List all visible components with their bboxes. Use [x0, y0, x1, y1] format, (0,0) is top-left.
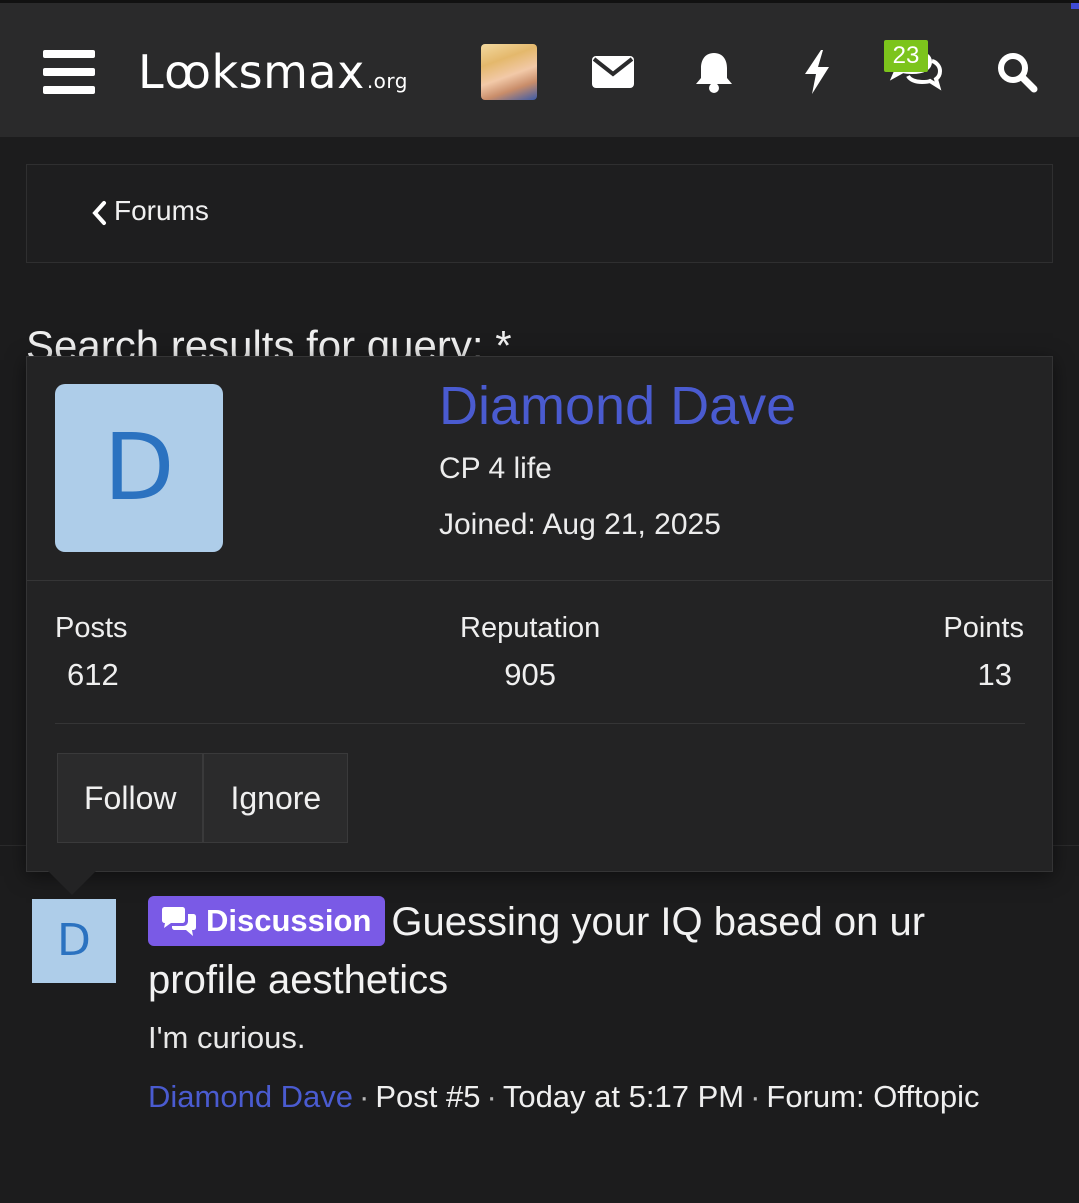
site-logo[interactable]: Lꝏksmax .org [138, 45, 408, 99]
lightning-icon[interactable] [787, 43, 847, 101]
ignore-button[interactable]: Ignore [203, 753, 349, 843]
stat-posts-value: 612 [67, 657, 119, 692]
result-snippet: I'm curious. [148, 1020, 306, 1055]
conversations-badge: 23 [884, 40, 928, 72]
account-avatar[interactable] [481, 44, 537, 100]
meta-separator: · [359, 1079, 370, 1114]
stat-points[interactable]: Points 13 [943, 612, 1024, 693]
member-name[interactable]: Diamond Dave [439, 375, 796, 437]
logo-text: Lꝏksmax [138, 45, 365, 99]
stat-posts[interactable]: Posts 612 [55, 612, 128, 693]
member-user-title: CP 4 life [439, 452, 552, 485]
result-title: Discussion Guessing your IQ based on ur p… [148, 893, 1028, 1009]
stat-reputation-label: Reputation [460, 612, 601, 644]
result-avatar[interactable]: D [32, 899, 116, 983]
prefix-label: Discussion [206, 903, 372, 938]
page-title: Search results for query: * [26, 322, 512, 356]
search-icon[interactable] [987, 43, 1047, 101]
result-post-number[interactable]: Post #5 [375, 1079, 480, 1114]
top-navigation-bar: Lꝏksmax .org 23 [0, 0, 1079, 137]
meta-separator: · [750, 1079, 761, 1114]
logo-tld: .org [366, 69, 408, 93]
member-actions: Follow Ignore [57, 753, 349, 843]
result-author-link[interactable]: Diamond Dave [148, 1079, 353, 1114]
stat-reputation-value: 905 [504, 657, 556, 692]
stat-points-label: Points [943, 612, 1024, 644]
meta-separator: · [486, 1079, 497, 1114]
discussion-prefix-badge[interactable]: Discussion [148, 896, 386, 946]
result-forum[interactable]: Forum: Offtopic [766, 1079, 979, 1114]
corner-accent [1071, 3, 1079, 9]
divider [55, 723, 1025, 724]
menu-icon[interactable] [43, 50, 95, 94]
envelope-icon[interactable] [583, 43, 643, 101]
tooltip-arrow [48, 871, 96, 895]
member-joined-date: Joined: Aug 21, 2025 [439, 508, 721, 541]
chat-bubbles-icon [162, 907, 196, 936]
member-tooltip-card: D Diamond Dave CP 4 life Joined: Aug 21,… [26, 356, 1053, 872]
result-time: Today at 5:17 PM [502, 1079, 745, 1114]
breadcrumb-label: Forums [114, 195, 209, 226]
stat-posts-label: Posts [55, 612, 128, 644]
bell-icon[interactable] [684, 43, 744, 101]
chevron-left-icon [92, 201, 106, 225]
stat-reputation: Reputation 905 [460, 612, 600, 693]
follow-button[interactable]: Follow [57, 753, 204, 843]
member-avatar[interactable]: D [55, 384, 223, 552]
result-meta: Diamond Dave · Post #5 · Today at 5:17 PM · Fo… [148, 1073, 1008, 1121]
breadcrumb[interactable]: Forums [26, 164, 1053, 263]
divider [27, 580, 1052, 581]
stat-points-value: 13 [977, 657, 1012, 692]
